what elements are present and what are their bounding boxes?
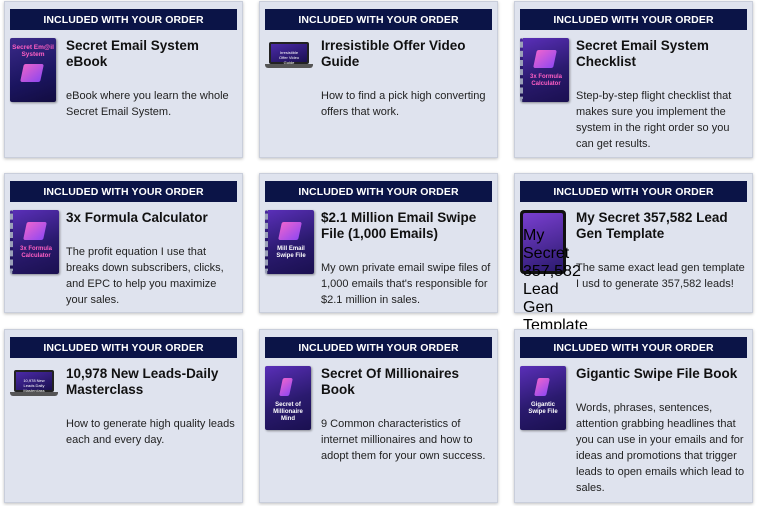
product-card-lead-gen-template: INCLUDED WITH YOUR ORDER My Secret 357,5…	[514, 173, 753, 334]
product-title: $2.1 Million Email Swipe File (1,000 Ema…	[321, 210, 477, 241]
included-banner: INCLUDED WITH YOUR ORDER	[265, 337, 492, 358]
product-title: Gigantic Swipe File Book	[576, 366, 738, 381]
product-title: Irresistible Offer Video Guide	[321, 38, 466, 69]
product-card-millionaires-book: INCLUDED WITH YOUR ORDER Secret of Milli…	[259, 329, 498, 503]
cover-title-text: 3x Formula Calculator	[19, 246, 52, 259]
product-description: How to find a pick high converting offer…	[321, 90, 486, 118]
product-title: My Secret 357,582 Lead Gen Template	[576, 210, 728, 241]
included-banner: INCLUDED WITH YOUR ORDER	[265, 9, 492, 30]
product-card-gigantic-swipe-file: INCLUDED WITH YOUR ORDER Gigantic Swipe …	[514, 329, 753, 503]
cover-title-text: 3x Formula Calculator	[529, 74, 562, 87]
cover-title-text: Secret Em@il System	[12, 44, 54, 58]
included-banner: INCLUDED WITH YOUR ORDER	[265, 181, 492, 202]
laptop-image: 10,978 New Leads Daily Masterclass	[10, 366, 58, 432]
product-card-checklist: INCLUDED WITH YOUR ORDER 3x Formula Calc…	[514, 1, 753, 158]
product-title: Secret Email System Checklist	[576, 38, 709, 69]
product-description: The profit equation I use that breaks do…	[66, 246, 224, 306]
product-description: 9 Common characteristics of internet mil…	[321, 418, 486, 462]
product-title: Secret Email System eBook	[66, 38, 199, 69]
product-card-swipe-file: INCLUDED WITH YOUR ORDER Mill Email Swip…	[259, 173, 498, 313]
product-description: eBook where you learn the whole Secret E…	[66, 90, 229, 118]
included-banner: INCLUDED WITH YOUR ORDER	[520, 337, 747, 358]
product-description: How to generate high quality leads each …	[66, 418, 235, 446]
product-description: Words, phrases, sentences, attention gra…	[576, 402, 745, 494]
product-title: 10,978 New Leads-Daily Masterclass	[66, 366, 219, 397]
cover-title-text: Gigantic Swipe File	[528, 402, 558, 415]
book-cover-image: Gigantic Swipe File	[520, 366, 568, 432]
cover-title-text: Mill Email Swipe File	[276, 246, 306, 259]
product-card-ebook: INCLUDED WITH YOUR ORDER Secret Em@il Sy…	[4, 1, 243, 158]
product-card-calculator: INCLUDED WITH YOUR ORDER 3x Formula Calc…	[4, 173, 243, 313]
laptop-image: Irresistible Offer Video Guide	[265, 38, 313, 104]
product-title: 3x Formula Calculator	[66, 210, 208, 225]
product-description: Step-by-step flight checklist that makes…	[576, 90, 732, 150]
included-banner: INCLUDED WITH YOUR ORDER	[10, 181, 237, 202]
cover-title-text: Secret of Millionaire Mind	[273, 402, 303, 422]
cover-title-text: My Secret 357,582 Lead Gen Template	[523, 227, 588, 334]
tablet-image: My Secret 357,582 Lead Gen Template	[520, 210, 588, 334]
cover-title-text: Irresistible Offer Video Guide	[278, 50, 300, 65]
included-banner: INCLUDED WITH YOUR ORDER	[520, 9, 747, 30]
book-cover-image: Secret of Millionaire Mind	[265, 366, 313, 432]
calculator-cover-image: 3x Formula Calculator	[10, 210, 59, 276]
cover-title-text: 10,978 New Leads Daily Masterclass	[23, 378, 45, 393]
checklist-cover-image: 3x Formula Calculator	[520, 38, 569, 104]
included-banner: INCLUDED WITH YOUR ORDER	[10, 337, 237, 358]
product-description: The same exact lead gen template I usd t…	[576, 262, 745, 290]
ebook-cover-image: Secret Em@il System	[10, 38, 58, 104]
included-banner: INCLUDED WITH YOUR ORDER	[520, 181, 747, 202]
product-title: Secret Of Millionaires Book	[321, 366, 460, 397]
product-card-masterclass: INCLUDED WITH YOUR ORDER 10,978 New Lead…	[4, 329, 243, 503]
product-description: My own private email swipe files of 1,00…	[321, 262, 491, 306]
included-banner: INCLUDED WITH YOUR ORDER	[10, 9, 237, 30]
swipe-file-cover-image: Mill Email Swipe File	[265, 210, 314, 276]
product-card-video-guide: INCLUDED WITH YOUR ORDER Irresistible Of…	[259, 1, 498, 158]
